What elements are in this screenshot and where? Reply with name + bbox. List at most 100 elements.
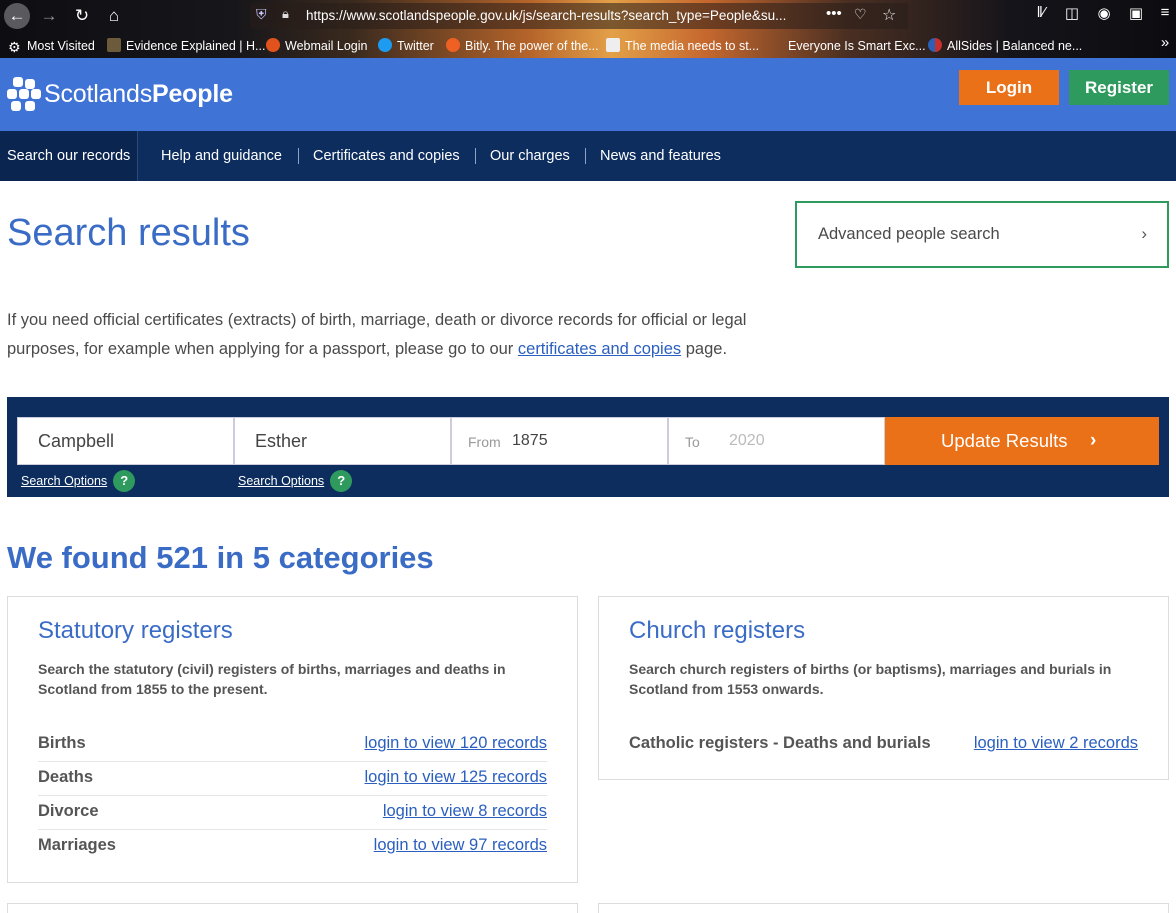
surname-value: Campbell bbox=[38, 431, 115, 451]
nav-news-features[interactable]: News and features bbox=[600, 131, 721, 181]
url-bar[interactable]: ⛨ 🔒︎ https://www.scotlandspeople.gov.uk/… bbox=[250, 3, 908, 29]
year-from-field[interactable]: From 1875 bbox=[451, 417, 668, 465]
page-actions-icon[interactable]: ••• bbox=[826, 5, 842, 22]
search-panel: Campbell Esther From 1875 To 2020 Update… bbox=[7, 397, 1169, 497]
bookmark-star-icon[interactable]: ☆ bbox=[882, 5, 896, 25]
allsides-icon bbox=[928, 38, 942, 52]
advanced-search-label: Advanced people search bbox=[818, 225, 1000, 243]
back-arrow-icon[interactable]: ← bbox=[4, 3, 30, 29]
extension-icon[interactable]: ▣ bbox=[1125, 4, 1147, 22]
bookmark-item[interactable]: Bitly. The power of the... bbox=[446, 37, 599, 55]
account-icon[interactable]: ◉ bbox=[1093, 4, 1115, 22]
to-label: To bbox=[685, 434, 700, 450]
advanced-people-search-link[interactable]: Advanced people search › bbox=[795, 201, 1169, 268]
login-to-view-link[interactable]: login to view 120 records bbox=[364, 734, 547, 753]
bookmark-item[interactable]: Everyone Is Smart Exc... bbox=[769, 37, 926, 55]
bookmark-item[interactable]: ⚙ Most Visited bbox=[8, 37, 95, 55]
bookmark-item[interactable]: AllSides | Balanced ne... bbox=[928, 37, 1082, 55]
browser-toolbar: ← → ↻ ⌂ ⛨ 🔒︎ https://www.scotlandspeople… bbox=[0, 0, 1176, 32]
help-icon[interactable]: ? bbox=[113, 470, 136, 492]
nav-divider bbox=[585, 148, 586, 164]
card-title: Church registers bbox=[629, 617, 806, 644]
record-row: Divorce login to view 8 records bbox=[38, 796, 547, 830]
intro-text-end: page. bbox=[681, 340, 728, 358]
statutory-registers-card: Statutory registers Search the statutory… bbox=[7, 596, 578, 883]
record-type: Divorce bbox=[38, 802, 99, 820]
chevron-right-icon: › bbox=[1141, 224, 1147, 243]
bookmark-item[interactable]: Twitter bbox=[378, 37, 434, 55]
newspaper-icon bbox=[606, 38, 620, 52]
bookmark-label: AllSides | Balanced ne... bbox=[947, 39, 1083, 53]
bookmarks-bar: ⚙ Most Visited Evidence Explained | H... … bbox=[0, 34, 1176, 58]
url-text[interactable]: https://www.scotlandspeople.gov.uk/js/se… bbox=[306, 8, 806, 23]
help-icon[interactable]: ? bbox=[330, 470, 353, 492]
search-options-link[interactable]: Search Options bbox=[21, 474, 107, 488]
bookmark-item[interactable]: Evidence Explained | H... bbox=[107, 37, 265, 55]
intro-paragraph: If you need official certificates (extra… bbox=[7, 306, 797, 364]
nav-help-guidance[interactable]: Help and guidance bbox=[161, 131, 282, 181]
page-title: Search results bbox=[7, 212, 250, 254]
more-bookmarks-icon[interactable]: » bbox=[1154, 34, 1176, 51]
certificates-link[interactable]: certificates and copies bbox=[518, 340, 681, 358]
logo-text-bold: People bbox=[152, 79, 233, 108]
category-card bbox=[598, 903, 1169, 913]
bookmark-label: Most Visited bbox=[27, 39, 95, 53]
bookmark-item[interactable]: The media needs to st... bbox=[606, 37, 759, 55]
reload-icon[interactable]: ↻ bbox=[69, 3, 95, 29]
results-summary: We found 521 in 5 categories bbox=[7, 540, 434, 575]
bookmark-label: Bitly. The power of the... bbox=[465, 39, 599, 53]
to-placeholder: 2020 bbox=[729, 432, 765, 449]
category-card bbox=[7, 903, 578, 913]
nav-search-records[interactable]: Search our records bbox=[0, 131, 139, 181]
record-type: Marriages bbox=[38, 836, 116, 854]
nav-certificates[interactable]: Certificates and copies bbox=[313, 131, 460, 181]
login-to-view-link[interactable]: login to view 97 records bbox=[374, 836, 547, 855]
forename-search-options: Search Options ? bbox=[238, 470, 353, 492]
bookmark-label: Twitter bbox=[397, 39, 434, 53]
logo-text-light: Scotlands bbox=[44, 79, 152, 108]
forward-arrow-icon[interactable]: → bbox=[36, 3, 62, 29]
year-to-field[interactable]: To 2020 bbox=[668, 417, 885, 465]
book-icon bbox=[107, 38, 121, 52]
logo-text: ScotlandsPeople bbox=[44, 80, 233, 109]
pocket-icon[interactable]: ♡ bbox=[854, 6, 867, 23]
cpanel-icon bbox=[266, 38, 280, 52]
register-button[interactable]: Register bbox=[1069, 70, 1169, 105]
bookmark-item[interactable]: Webmail Login bbox=[266, 37, 367, 55]
nav-charges[interactable]: Our charges bbox=[490, 131, 570, 181]
tracking-shield-icon[interactable]: ⛨ bbox=[256, 6, 267, 23]
record-row: Births login to view 120 records bbox=[38, 728, 547, 762]
lock-icon[interactable]: 🔒︎ bbox=[282, 6, 289, 22]
nav-divider bbox=[298, 148, 299, 164]
bookmark-label: The media needs to st... bbox=[625, 39, 760, 53]
surname-field[interactable]: Campbell bbox=[17, 417, 234, 465]
menu-icon[interactable]: ≡ bbox=[1154, 4, 1176, 21]
surname-search-options: Search Options ? bbox=[21, 470, 136, 492]
bookmark-label: Evidence Explained | H... bbox=[126, 39, 266, 53]
search-options-link[interactable]: Search Options bbox=[238, 474, 324, 488]
login-to-view-link[interactable]: login to view 125 records bbox=[364, 768, 547, 787]
from-label: From bbox=[468, 434, 501, 450]
forename-field[interactable]: Esther bbox=[234, 417, 451, 465]
card-description: Search church registers of births (or ba… bbox=[629, 661, 1112, 697]
record-row: Marriages login to view 97 records bbox=[38, 830, 547, 864]
login-to-view-link[interactable]: login to view 2 records bbox=[974, 734, 1138, 753]
bookmark-label: Everyone Is Smart Exc... bbox=[788, 39, 926, 53]
main-navigation: Search our records Help and guidance Cer… bbox=[0, 131, 1176, 181]
blank-page-icon bbox=[769, 38, 783, 52]
update-results-button[interactable]: Update Results › bbox=[885, 417, 1159, 465]
login-to-view-link[interactable]: login to view 8 records bbox=[383, 802, 547, 821]
login-button[interactable]: Login bbox=[959, 70, 1059, 105]
sidebar-icon[interactable]: ◫ bbox=[1061, 4, 1083, 22]
record-row: Catholic registers - Deaths and burials … bbox=[629, 728, 1138, 762]
card-title: Statutory registers bbox=[38, 617, 233, 644]
puzzle-logo-icon bbox=[7, 77, 41, 111]
home-icon[interactable]: ⌂ bbox=[101, 3, 127, 29]
nav-divider bbox=[475, 148, 476, 164]
bookmark-label: Webmail Login bbox=[285, 39, 368, 53]
library-icon[interactable]: ‖⁄ bbox=[1030, 4, 1052, 21]
site-logo[interactable]: ScotlandsPeople bbox=[7, 73, 233, 115]
church-registers-card: Church registers Search church registers… bbox=[598, 596, 1169, 780]
from-value: 1875 bbox=[512, 432, 548, 449]
record-type: Catholic registers - Deaths and burials bbox=[629, 734, 931, 752]
